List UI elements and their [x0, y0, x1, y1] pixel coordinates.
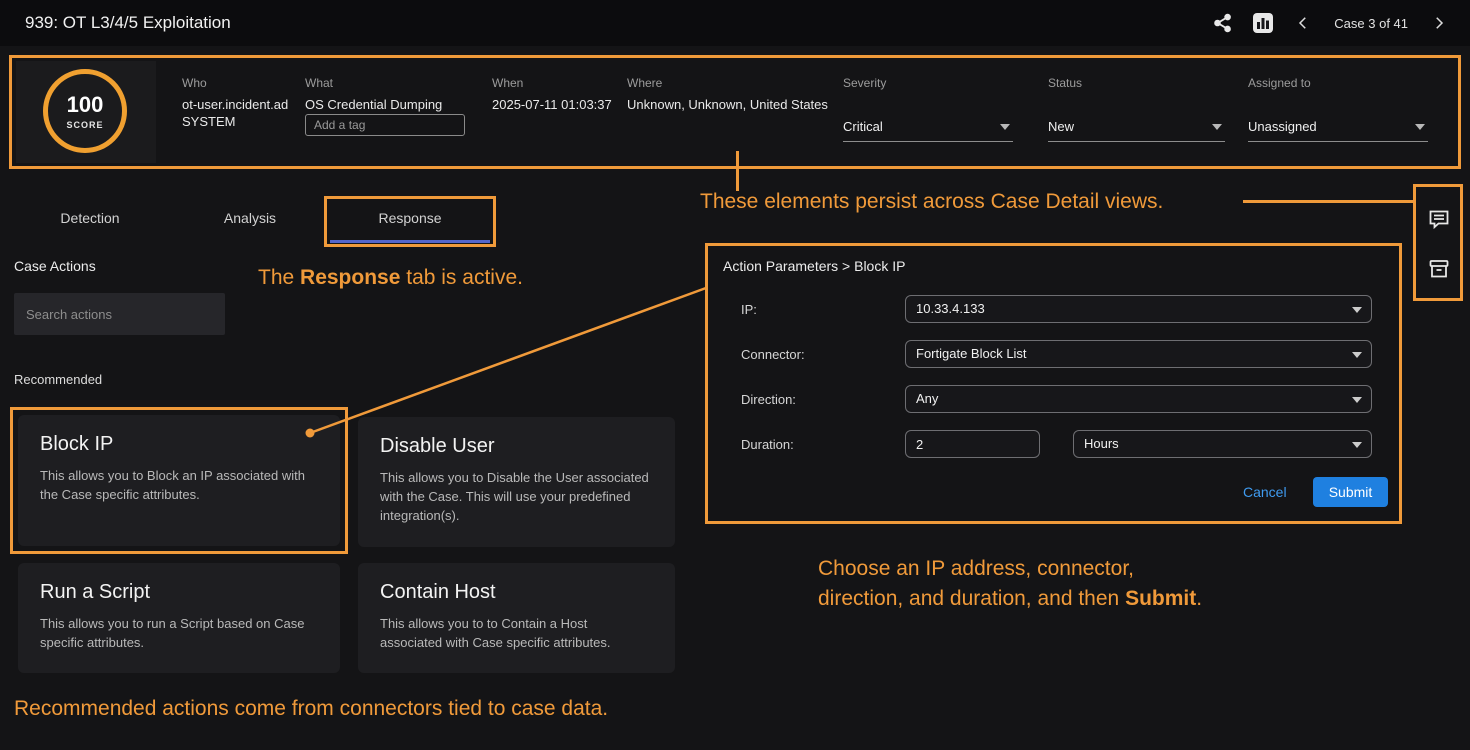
assigned-value: Unassigned: [1248, 113, 1428, 141]
action-card-block-ip[interactable]: Block IP This allows you to Block an IP …: [18, 415, 340, 546]
when-value: 2025-07-11 01:03:37: [492, 97, 612, 112]
action-card-run-script[interactable]: Run a Script This allows you to run a Sc…: [18, 563, 340, 673]
who-user: ot-user.incident.ad: [182, 97, 288, 112]
breadcrumb: Action Parameters > Block IP: [723, 258, 905, 274]
who-label: Who: [182, 76, 207, 90]
annotation-choose-line1: Choose an IP address, connector,: [818, 557, 1134, 581]
duration-label: Duration:: [741, 437, 794, 452]
chevron-down-icon: [1212, 124, 1222, 130]
action-card-title: Contain Host: [380, 581, 653, 604]
dashboard-chart-icon[interactable]: [1250, 10, 1276, 36]
tab-detection[interactable]: Detection: [20, 197, 160, 239]
severity-label: Severity: [843, 76, 886, 90]
annotation-box-header: [9, 55, 1461, 169]
action-card-title: Run a Script: [40, 581, 318, 604]
status-value: New: [1048, 113, 1225, 141]
case-detail-screen: 939: OT L3/4/5 Exploitation Case 3 of 41…: [0, 0, 1470, 750]
chevron-down-icon: [1352, 307, 1362, 313]
direction-label: Direction:: [741, 392, 796, 407]
annotation-box-action-parameters: [705, 243, 1402, 524]
annotation-recommended-text: Recommended actions come from connectors…: [14, 697, 608, 721]
action-card-description: This allows you to run a Script based on…: [40, 614, 318, 652]
status-select[interactable]: New: [1048, 113, 1225, 142]
annotation-text-span: Choose an IP address, connector,: [818, 557, 1134, 580]
direction-value: Any: [916, 391, 938, 406]
ip-value: 10.33.4.133: [916, 301, 985, 316]
direction-select[interactable]: Any: [905, 385, 1372, 413]
action-card-disable-user[interactable]: Disable User This allows you to Disable …: [358, 417, 675, 547]
annotation-text-span: tab is active.: [400, 266, 523, 289]
action-card-description: This allows you to to Contain a Host ass…: [380, 614, 653, 652]
action-card-title: Block IP: [40, 433, 318, 456]
comments-icon[interactable]: [1426, 206, 1452, 232]
annotation-line-vertical: [736, 151, 739, 191]
when-label: When: [492, 76, 523, 90]
connector-select[interactable]: Fortigate Block List: [905, 340, 1372, 368]
severity-select[interactable]: Critical: [843, 113, 1013, 142]
case-actions-title: Case Actions: [14, 258, 96, 274]
chevron-down-icon: [1352, 397, 1362, 403]
connector-value: Fortigate Block List: [916, 346, 1027, 361]
action-card-title: Disable User: [380, 435, 653, 458]
tab-response[interactable]: Response: [332, 197, 488, 239]
annotation-text-span: .: [1196, 587, 1202, 610]
score-tile: 100 SCORE: [16, 61, 156, 163]
score-value: 100: [67, 92, 104, 118]
submit-button[interactable]: Submit: [1313, 477, 1388, 507]
active-tab-underline: [330, 240, 490, 243]
where-label: Where: [627, 76, 662, 90]
assigned-select[interactable]: Unassigned: [1248, 113, 1428, 142]
duration-unit-select[interactable]: Hours: [1073, 430, 1372, 458]
chevron-down-icon: [1352, 442, 1362, 448]
chevron-down-icon: [1415, 124, 1425, 130]
annotation-line-horizontal: [1243, 200, 1413, 203]
who-account: SYSTEM: [182, 114, 235, 129]
annotation-text-span: The: [258, 266, 300, 289]
add-tag-input[interactable]: [305, 114, 465, 136]
assigned-label: Assigned to: [1248, 76, 1311, 90]
annotation-text-span: Recommended actions come from connectors…: [14, 697, 608, 720]
what-label: What: [305, 76, 333, 90]
annotation-box-right-rail: [1413, 184, 1463, 301]
annotation-text-bold: Submit: [1125, 587, 1196, 610]
annotation-text-span: direction, and duration, and then: [818, 587, 1125, 610]
annotation-text-span: These elements persist across Case Detai…: [700, 190, 1163, 213]
recommended-section-label: Recommended: [14, 372, 102, 387]
action-card-contain-host[interactable]: Contain Host This allows you to to Conta…: [358, 563, 675, 673]
search-actions-input[interactable]: [14, 293, 225, 335]
case-pagination: Case 3 of 41: [1334, 16, 1408, 31]
tab-analysis[interactable]: Analysis: [180, 197, 320, 239]
severity-value: Critical: [843, 113, 1013, 141]
chevron-right-icon[interactable]: [1426, 10, 1452, 36]
annotation-choose-line2: direction, and duration, and then Submit…: [818, 587, 1202, 611]
page-title: 939: OT L3/4/5 Exploitation: [25, 0, 231, 46]
topbar: 939: OT L3/4/5 Exploitation Case 3 of 41: [0, 0, 1470, 46]
chevron-left-icon[interactable]: [1290, 10, 1316, 36]
annotation-text-bold: Response: [300, 266, 400, 289]
connector-label: Connector:: [741, 347, 805, 362]
action-card-description: This allows you to Disable the User asso…: [380, 468, 653, 525]
chevron-down-icon: [1352, 352, 1362, 358]
annotation-persist-text: These elements persist across Case Detai…: [700, 190, 1163, 214]
what-value: OS Credential Dumping: [305, 97, 442, 112]
annotation-response-tab-text: The Response tab is active.: [258, 266, 523, 290]
where-value: Unknown, Unknown, United States: [627, 97, 828, 112]
share-icon[interactable]: [1210, 10, 1236, 36]
archive-icon[interactable]: [1426, 256, 1452, 282]
topbar-actions: Case 3 of 41: [1210, 0, 1452, 46]
status-label: Status: [1048, 76, 1082, 90]
chevron-down-icon: [1000, 124, 1010, 130]
score-ring: 100 SCORE: [43, 69, 127, 153]
ip-label: IP:: [741, 302, 757, 317]
duration-value-input[interactable]: [905, 430, 1040, 458]
ip-select[interactable]: 10.33.4.133: [905, 295, 1372, 323]
duration-unit-value: Hours: [1084, 436, 1119, 451]
score-label: SCORE: [66, 120, 103, 130]
cancel-button[interactable]: Cancel: [1243, 484, 1287, 500]
action-card-description: This allows you to Block an IP associate…: [40, 466, 318, 504]
